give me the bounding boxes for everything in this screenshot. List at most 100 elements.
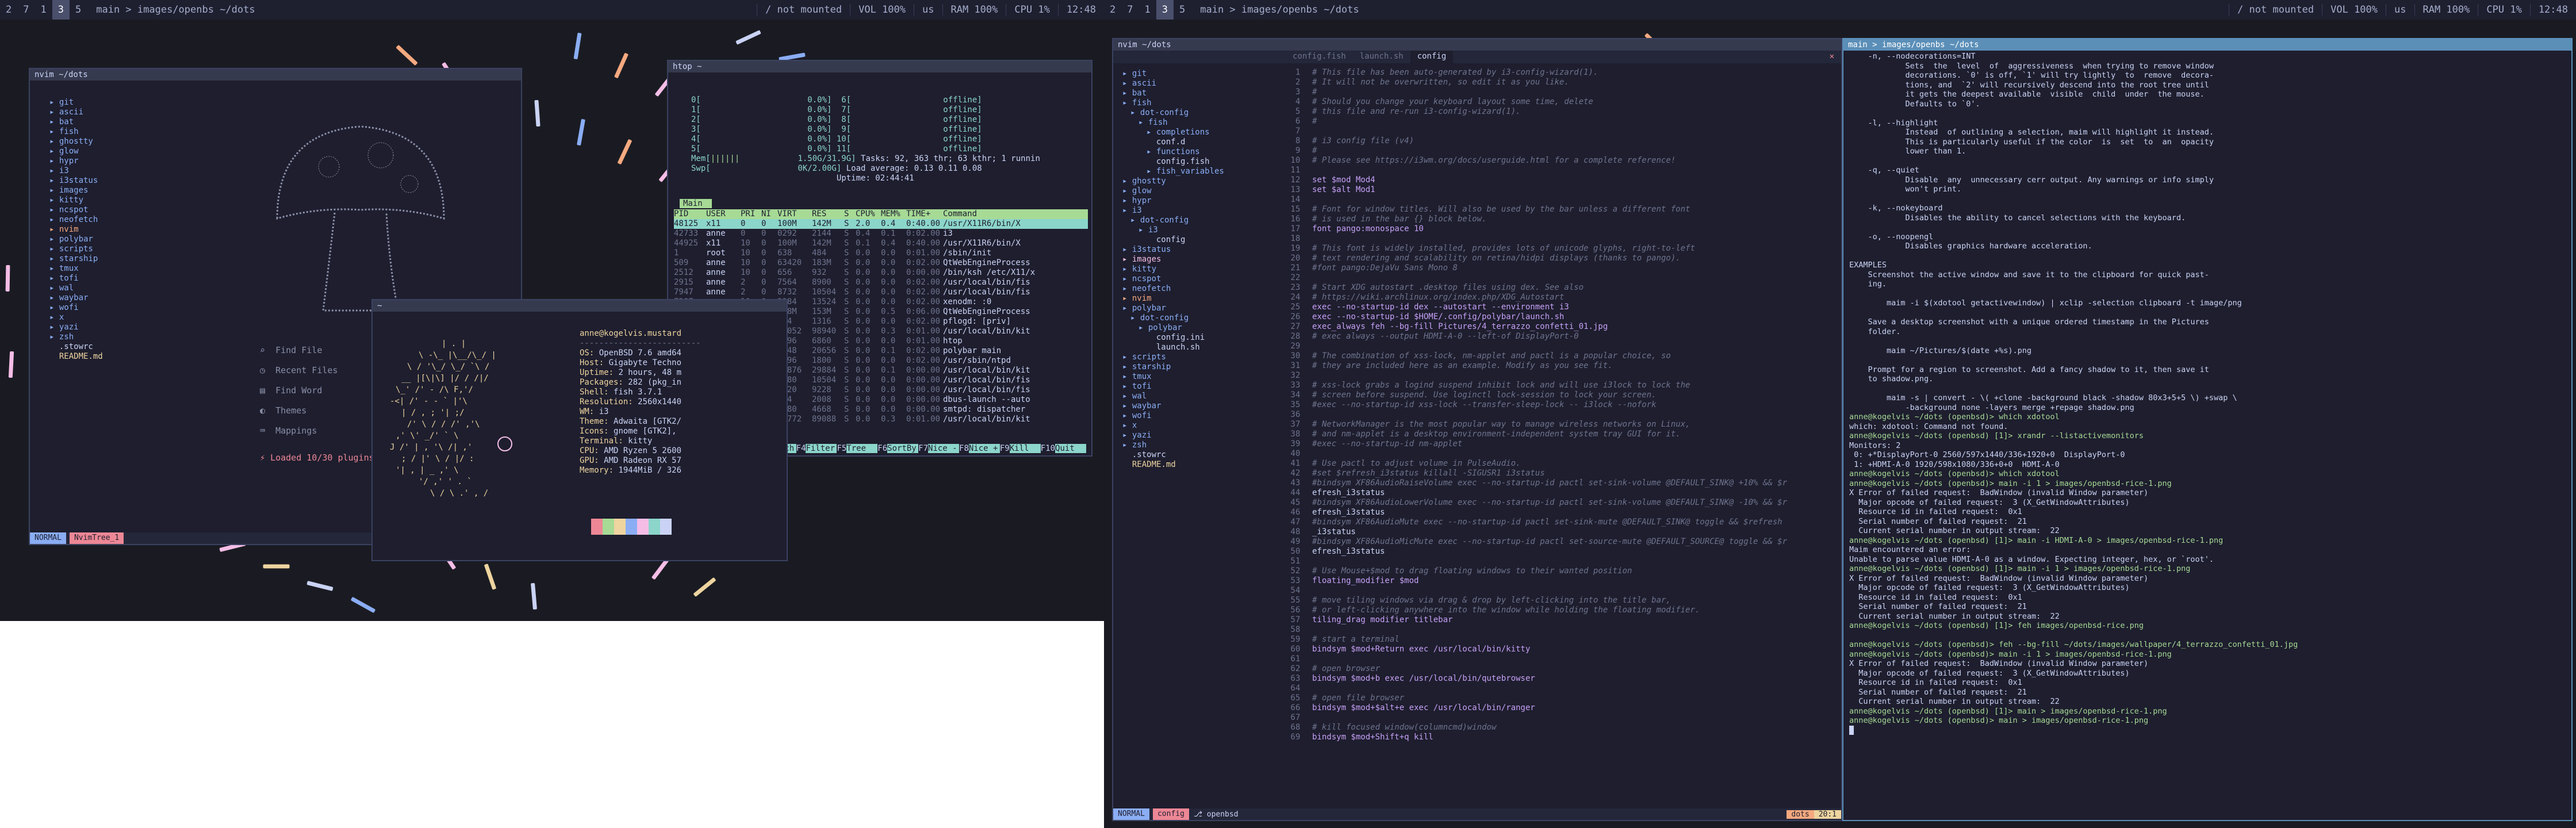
workspace-3[interactable]: 3 — [52, 0, 70, 20]
tree-item[interactable]: ▸ i3 — [1120, 206, 1281, 216]
tree-item[interactable]: ▸ zsh — [47, 332, 162, 342]
table-row[interactable]: 7947 anne 2 0 8732 10504 S 0.0 0.0 0:02.00/usr/lo… — [674, 288, 1088, 297]
tree-item[interactable]: ▸ wal — [47, 283, 162, 293]
column-header[interactable]: S — [844, 209, 856, 219]
workspace-5[interactable]: 5 — [70, 0, 87, 20]
tree-item[interactable]: ▸ dot-config — [1120, 108, 1281, 118]
tree-item[interactable]: ▸ scripts — [47, 244, 162, 254]
fkey-filter[interactable]: Filter — [806, 444, 837, 453]
file-tree[interactable]: ▸ git ▸ ascii ▸ bat ▸ fish ▸ dot-config ▸ fis… — [1120, 69, 1281, 470]
tree-item[interactable]: ▸ nvim — [1120, 294, 1281, 304]
tree-item[interactable]: ▸ tofi — [47, 274, 162, 283]
tree-item[interactable]: ▸ tmux — [47, 264, 162, 274]
tree-item[interactable]: ▸ fish_variables — [1120, 167, 1281, 177]
tree-item[interactable]: README.md — [47, 352, 162, 362]
tree-item[interactable]: ▸ i3status — [1120, 245, 1281, 255]
fkey-kill[interactable]: Kill — [1009, 444, 1041, 453]
file-tree[interactable]: ▸ git ▸ ascii ▸ bat ▸ fish ▸ ghostty ▸ glow ▸… — [47, 98, 162, 362]
tree-item[interactable]: ▸ neofetch — [47, 215, 162, 225]
workspace-1[interactable]: 1 — [1139, 0, 1156, 20]
tree-item[interactable]: ▸ yazi — [1120, 431, 1281, 440]
tree-item[interactable]: ▸ starship — [1120, 362, 1281, 372]
tree-item[interactable]: ▸ nvim — [47, 225, 162, 235]
table-row[interactable]: 2915 anne 2 0 7564 8900 S 0.0 0.0 0:02.00/usr/loc… — [674, 278, 1088, 288]
tree-item[interactable]: ▸ polybar — [47, 235, 162, 244]
fkey-sortby[interactable]: SortBy — [887, 444, 919, 453]
tree-item[interactable]: ▸ wal — [1120, 392, 1281, 401]
tree-item[interactable]: ▸ zsh — [1120, 440, 1281, 450]
tree-item[interactable]: ▸ starship — [47, 254, 162, 264]
tree-item[interactable]: ▸ functions — [1120, 147, 1281, 157]
workspace-2[interactable]: 2 — [1104, 0, 1121, 20]
tree-item[interactable]: .stowrc — [1120, 450, 1281, 460]
tree-item[interactable]: config.fish — [1120, 157, 1281, 167]
tree-item[interactable]: conf.d — [1120, 137, 1281, 147]
tree-item[interactable]: ▸ images — [47, 186, 162, 195]
table-row[interactable]: 42733 anne 0 0 0292 2144 S 0.4 0.1 0:02.00 i3 — [674, 229, 1088, 239]
tree-item[interactable]: ▸ waybar — [47, 293, 162, 303]
terminal-window[interactable]: main > images/openbs ~/dots -n, --nodeco… — [1842, 38, 2573, 821]
tree-item[interactable]: ▸ x — [1120, 421, 1281, 431]
tree-item[interactable]: ▸ dot-config — [1120, 216, 1281, 225]
table-row[interactable]: 1 root 10 0 638 484 S 0.0 0.0 0:01.00/sbin/init — [674, 248, 1088, 258]
fastfetch-window[interactable]: ~ | . | \ -\_ |\__/\_/ | \ / '\_/ \_/ `\ … — [371, 299, 788, 561]
tree-item[interactable]: config — [1120, 235, 1281, 245]
tab-main[interactable]: Main — [680, 199, 712, 208]
code-buffer[interactable]: 1 # This file has been auto-generated by … — [1286, 68, 1838, 742]
tree-item[interactable]: ▸ ncspot — [1120, 274, 1281, 284]
tree-item[interactable]: ▸ x — [47, 313, 162, 323]
tree-item[interactable]: ▸ glow — [1120, 186, 1281, 196]
workspace-5[interactable]: 5 — [1174, 0, 1191, 20]
volume-status[interactable]: VOL 100% — [850, 4, 914, 16]
tree-item[interactable]: ▸ kitty — [1120, 264, 1281, 274]
tree-item[interactable]: ▸ git — [1120, 69, 1281, 79]
tree-item[interactable]: ▸ polybar — [1120, 304, 1281, 313]
tab-config-fish[interactable]: config.fish — [1286, 51, 1353, 63]
menu-mappings[interactable]: ⌨ Mappings — [260, 425, 374, 446]
tree-item[interactable]: ▸ ncspot — [47, 205, 162, 215]
tree-item[interactable]: ▸ scripts — [1120, 352, 1281, 362]
tree-item[interactable]: ▸ i3status — [47, 176, 162, 186]
tree-item[interactable]: ▸ tmux — [1120, 372, 1281, 382]
column-header[interactable]: NI — [761, 209, 777, 219]
tree-item[interactable]: ▸ tofi — [1120, 382, 1281, 392]
tree-item[interactable]: ▸ wofi — [47, 303, 162, 313]
tree-item[interactable]: ▸ kitty — [47, 195, 162, 205]
column-header[interactable]: MEM% — [881, 209, 906, 219]
tab-config[interactable]: config — [1410, 51, 1454, 63]
tree-item[interactable]: ▸ waybar — [1120, 401, 1281, 411]
table-row[interactable]: 509 anne 10 0 63420 183M S 0.0 0.0 0:02.00 QtWebEn… — [674, 258, 1088, 268]
table-row[interactable]: 2512 anne 10 0 656 932 S 0.0 0.0 0:00.00/bin/ksh … — [674, 268, 1088, 278]
tree-item[interactable]: ▸ bat — [47, 117, 162, 127]
table-row[interactable]: 48125 x11 0 0 100M 142M S 2.0 0.4 0:40.00/usr/X11… — [674, 219, 1088, 229]
column-header[interactable]: USER — [706, 209, 741, 219]
column-header[interactable]: CPU% — [856, 209, 881, 219]
tree-item[interactable]: ▸ fish — [47, 127, 162, 137]
column-header[interactable]: Command — [943, 209, 1087, 219]
tree-item[interactable]: ▸ wofi — [1120, 411, 1281, 421]
tree-item[interactable]: launch.sh — [1120, 343, 1281, 352]
tree-item[interactable]: ▸ ghostty — [47, 137, 162, 147]
tree-item[interactable]: config.ini — [1120, 333, 1281, 343]
tree-item[interactable]: ▸ ascii — [47, 108, 162, 117]
tree-item[interactable]: ▸ neofetch — [1120, 284, 1281, 294]
tree-item[interactable]: ▸ polybar — [1120, 323, 1281, 333]
tree-item[interactable]: ▸ hypr — [47, 156, 162, 166]
workspace-3[interactable]: 3 — [1156, 0, 1174, 20]
tree-item[interactable]: ▸ completions — [1120, 128, 1281, 137]
column-header[interactable]: PRI — [741, 209, 761, 219]
nvim-editor-window[interactable]: nvim ~/dots config.fish launch.sh config… — [1112, 38, 1842, 821]
tree-item[interactable]: ▸ i3 — [1120, 225, 1281, 235]
column-header[interactable]: VIRT — [777, 209, 812, 219]
tree-item[interactable]: ▸ bat — [1120, 89, 1281, 98]
column-header[interactable]: RES — [812, 209, 844, 219]
tab-launch-sh[interactable]: launch.sh — [1353, 51, 1410, 63]
workspace-2[interactable]: 2 — [0, 0, 17, 20]
tree-item[interactable]: README.md — [1120, 460, 1281, 470]
tree-item[interactable]: ▸ git — [47, 98, 162, 108]
tree-item[interactable]: ▸ fish — [1120, 98, 1281, 108]
terminal-cursor[interactable] — [1849, 725, 2568, 735]
workspace-1[interactable]: 1 — [35, 0, 52, 20]
fkey-nice[interactable]: Nice - — [928, 444, 960, 453]
tree-item[interactable]: ▸ i3 — [47, 166, 162, 176]
